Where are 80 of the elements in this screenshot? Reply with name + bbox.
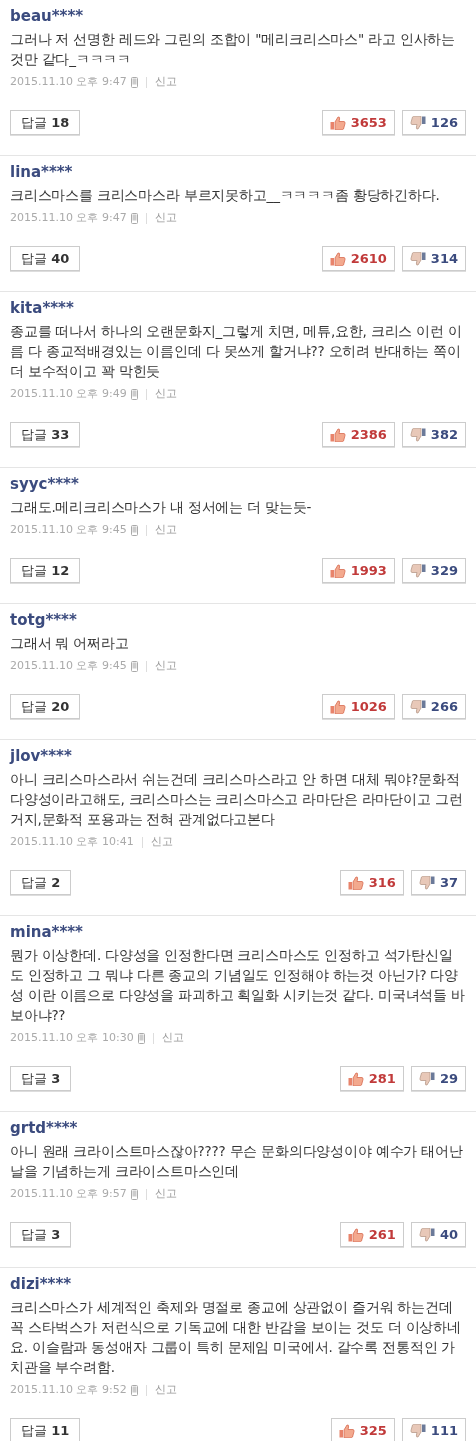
comment-text: 뭔가 이상한데. 다양성을 인정한다면 크리스마스도 인정하고 석가탄신일도 인정하고 그 뭐냐 다른 종교의 기념일도 인정해야 하는것 아닌가? 다양성 이란 이름으로 다양성을 파괴하고 획일화 시키는것 같다. 미국녀석들 바보아냐?? bbox=[10, 946, 466, 1025]
dislike-button[interactable]: 37 bbox=[410, 870, 466, 895]
mobile-icon bbox=[130, 660, 138, 672]
dislike-button[interactable]: 29 bbox=[410, 1066, 466, 1091]
comment-date: 2015.11.10 오후 9:45 bbox=[10, 657, 127, 674]
thumbs-down-icon bbox=[409, 251, 426, 266]
thumbs-down-icon bbox=[418, 875, 435, 890]
like-button[interactable]: 1993 bbox=[321, 558, 395, 583]
thumbs-up-icon bbox=[347, 1227, 364, 1242]
thumbs-down-icon bbox=[409, 1423, 426, 1438]
comment-date: 2015.11.10 오후 9:52 bbox=[10, 1381, 127, 1398]
like-button[interactable]: 325 bbox=[330, 1418, 395, 1441]
comment-text: 아니 크리스마스라서 쉬는건데 크리스마스라고 안 하면 대체 뭐야?문화적 다양성이라고해도, 크리스마스는 크리스마스고 라마단은 라마단이고 그런거지,문화적 포용과는 전혀 관계없다고본다 bbox=[10, 770, 464, 829]
mobile-icon bbox=[130, 1188, 138, 1200]
mobile-icon bbox=[130, 388, 138, 400]
reply-button[interactable]: 답글 18 bbox=[10, 110, 81, 135]
thumbs-up-icon bbox=[347, 875, 364, 890]
mobile-icon bbox=[130, 1384, 138, 1396]
thumbs-up-icon bbox=[329, 115, 346, 130]
thumbs-up-icon bbox=[338, 1423, 355, 1438]
reply-button[interactable]: 답글 2 bbox=[10, 870, 72, 895]
comment-text: 아니 원래 크라이스트마스잖아???? 무슨 문화의다양성이야 예수가 태어난날을 기념하는게 크라이스트마스인데 bbox=[10, 1142, 464, 1181]
username[interactable]: kita**** bbox=[10, 298, 74, 318]
comment-text: 그러나 저 선명한 레드와 그린의 조합이 "메리크리스마스" 라고 인사하는 것만 같다_ㅋㅋㅋㅋ bbox=[10, 30, 456, 69]
comment-text: 그래도.메리크리스마스가 내 정서에는 더 맞는듯- bbox=[10, 498, 313, 517]
reply-button[interactable]: 답글 3 bbox=[10, 1222, 72, 1247]
like-button[interactable]: 3653 bbox=[321, 110, 395, 135]
username[interactable]: lina**** bbox=[10, 162, 73, 182]
comment-date: 2015.11.10 오후 9:49 bbox=[10, 385, 127, 402]
dislike-button[interactable]: 382 bbox=[401, 422, 466, 447]
dislike-button[interactable]: 329 bbox=[401, 558, 466, 583]
like-button[interactable]: 2610 bbox=[321, 246, 395, 271]
reply-button[interactable]: 답글 40 bbox=[10, 246, 81, 271]
thumbs-down-icon bbox=[409, 115, 426, 130]
thumbs-up-icon bbox=[329, 563, 346, 578]
like-button[interactable]: 261 bbox=[339, 1222, 404, 1247]
comment-text: 종교를 떠나서 하나의 오랜문화지_그렇게 치면, 메튜,요한, 크리스 이런 이름 다 종교적배경있는 이름인데 다 못쓰게 할거냐?? 오히려 반대하는 쪽이 더 보수적이고 꽉 막힌듯 bbox=[10, 322, 463, 381]
username[interactable]: totg**** bbox=[10, 610, 77, 630]
thumbs-up-icon bbox=[347, 1071, 364, 1086]
like-button[interactable]: 1026 bbox=[321, 694, 395, 719]
comment-text: 그래서 뭐 어쩌라고 bbox=[10, 634, 130, 653]
comment-date: 2015.11.10 오후 10:41 bbox=[10, 833, 134, 850]
username[interactable]: mina**** bbox=[10, 922, 83, 942]
reply-button[interactable]: 답글 20 bbox=[10, 694, 81, 719]
comment-date: 2015.11.10 오후 10:30 bbox=[10, 1029, 134, 1046]
username[interactable]: syyc**** bbox=[10, 474, 79, 494]
thumbs-up-icon bbox=[329, 251, 346, 266]
reply-button[interactable]: 답글 11 bbox=[10, 1418, 81, 1441]
dislike-button[interactable]: 126 bbox=[401, 110, 466, 135]
dislike-button[interactable]: 40 bbox=[410, 1222, 466, 1247]
thumbs-up-icon bbox=[329, 699, 346, 714]
dislike-button[interactable]: 314 bbox=[401, 246, 466, 271]
dislike-button[interactable]: 266 bbox=[401, 694, 466, 719]
username[interactable]: jlov**** bbox=[10, 746, 72, 766]
mobile-icon bbox=[130, 76, 138, 88]
mobile-icon bbox=[137, 1032, 145, 1044]
thumbs-down-icon bbox=[409, 699, 426, 714]
mobile-icon bbox=[130, 524, 138, 536]
comment-date: 2015.11.10 오후 9:57 bbox=[10, 1185, 127, 1202]
dislike-button[interactable]: 111 bbox=[401, 1418, 466, 1441]
thumbs-down-icon bbox=[418, 1071, 435, 1086]
comment-text: 크리스마스를 크리스마스라 부르지못하고__ㅋㅋㅋㅋ좀 황당하긴하다. bbox=[10, 186, 441, 205]
like-button[interactable]: 2386 bbox=[321, 422, 395, 447]
comment-date: 2015.11.10 오후 9:47 bbox=[10, 73, 127, 90]
reply-button[interactable]: 답글 3 bbox=[10, 1066, 72, 1091]
comment-date: 2015.11.10 오후 9:47 bbox=[10, 209, 127, 226]
thumbs-up-icon bbox=[329, 427, 346, 442]
thumbs-down-icon bbox=[409, 563, 426, 578]
username[interactable]: grtd**** bbox=[10, 1118, 78, 1138]
comment-text: 크리스마스가 세계적인 축제와 명절로 종교에 상관없이 즐거워 하는건데 꼭 스타벅스가 저런식으로 기독교에 대한 반감을 보이는 것도 더 이상하네요. 이슬람과 동성애자 그룹이 특히 문제임 미국에서. 갈수록 전통적인 가치관을 부수려함. bbox=[10, 1298, 462, 1377]
thumbs-down-icon bbox=[409, 427, 426, 442]
reply-button[interactable]: 답글 33 bbox=[10, 422, 81, 447]
username[interactable]: dizi**** bbox=[10, 1274, 72, 1294]
like-button[interactable]: 281 bbox=[339, 1066, 404, 1091]
mobile-icon bbox=[130, 212, 138, 224]
reply-button[interactable]: 답글 12 bbox=[10, 558, 81, 583]
username[interactable]: beau**** bbox=[10, 6, 84, 26]
thumbs-down-icon bbox=[418, 1227, 435, 1242]
like-button[interactable]: 316 bbox=[339, 870, 404, 895]
comment-date: 2015.11.10 오후 9:45 bbox=[10, 521, 127, 538]
